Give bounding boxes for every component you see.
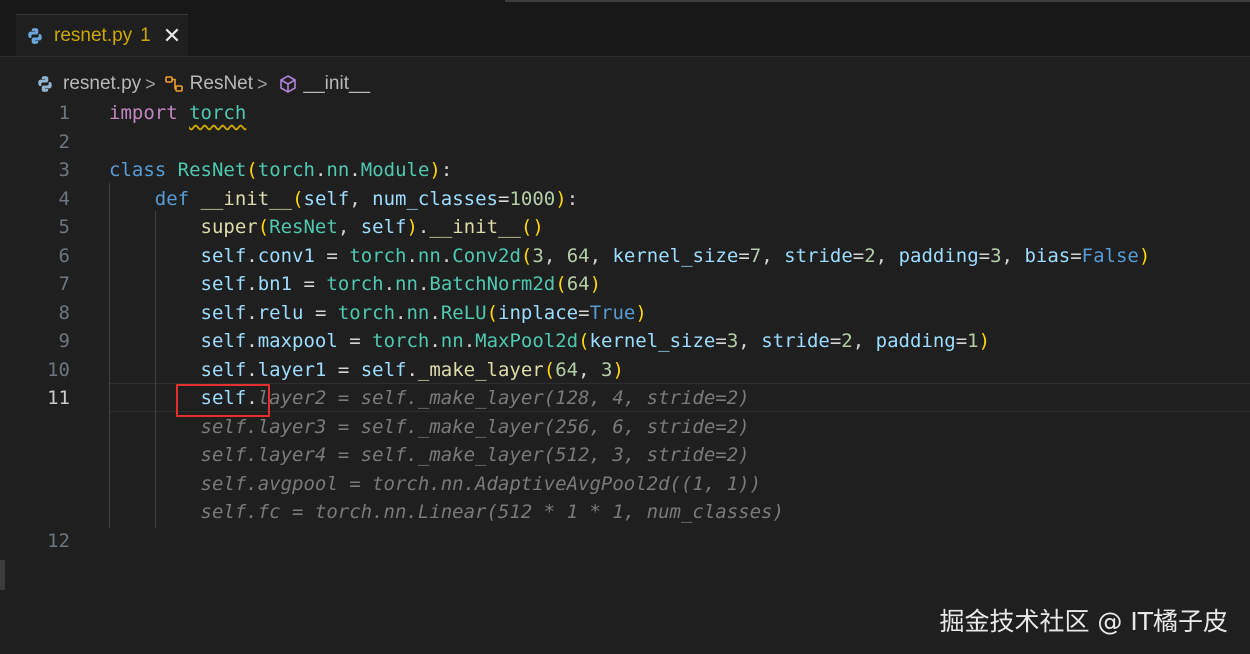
breadcrumb-method[interactable]: __init__ <box>304 73 371 95</box>
line-number: 7 <box>58 273 70 295</box>
code-line: 4 def __init__(self, num_classes=1000): <box>0 185 1250 213</box>
ghost-line: self.fc = torch.nn.Linear(512 * 1 * 1, n… <box>0 498 1250 526</box>
code-line: 9 self.maxpool = torch.nn.MaxPool2d(kern… <box>0 327 1250 355</box>
ghost-line: self.avgpool = torch.nn.AdaptiveAvgPool2… <box>0 470 1250 498</box>
code-line-text: def __init__(self, num_classes=1000): <box>154 187 579 210</box>
code-line-text: super(ResNet, self).__init__() <box>200 216 544 238</box>
code-line-text: self.layer1 = self._make_layer(64, 3) <box>200 358 624 381</box>
line-number: 2 <box>58 130 70 153</box>
code-line-text: self.avgpool = torch.nn.AdaptiveAvgPool2… <box>109 470 762 498</box>
code-line: 1 import torch <box>0 99 1250 127</box>
python-icon <box>38 76 52 92</box>
line-number: 9 <box>58 330 70 352</box>
line-number: 8 <box>58 301 70 324</box>
tab-resnet-py[interactable]: resnet.py 1 ✕ <box>16 14 188 56</box>
line-number: 4 <box>58 187 70 210</box>
code-line: 8 self.relu = torch.nn.ReLU(inplace=True… <box>0 299 1250 327</box>
line-number: 10 <box>47 358 70 381</box>
code-line: 6 self.conv1 = torch.nn.Conv2d(3, 64, ke… <box>0 242 1250 270</box>
scroll-marker <box>0 560 5 590</box>
code-line-text: self.layer4 = self._make_layer(512, 3, s… <box>109 441 750 469</box>
line-number: 3 <box>58 159 70 181</box>
code-line: 7 self.bn1 = torch.nn.BatchNorm2d(64) <box>0 270 1250 298</box>
code-line: 3 class ResNet(torch.nn.Module): <box>0 156 1250 184</box>
tab-filename: resnet.py <box>54 24 133 46</box>
code-line: 12 <box>0 527 1250 555</box>
tab-problem-count: 1 <box>140 24 151 46</box>
highlight-box <box>176 384 270 417</box>
breadcrumb-separator: > <box>145 73 156 94</box>
ghost-line: self.layer4 = self._make_layer(512, 3, s… <box>0 441 1250 469</box>
line-number: 1 <box>58 102 70 124</box>
breadcrumb: resnet.py > ResNet > __init__ <box>36 71 370 97</box>
inline-suggestion[interactable]: self.layer4 = self._make_layer(512, 3, s… <box>201 444 750 466</box>
close-icon[interactable]: ✕ <box>163 24 181 47</box>
code-line-text: self.bn1 = torch.nn.BatchNorm2d(64) <box>200 273 602 295</box>
code-line-text: class ResNet(torch.nn.Module): <box>109 159 453 181</box>
code-line: 2 <box>0 128 1250 156</box>
code-line-text: self.fc = torch.nn.Linear(512 * 1 * 1, n… <box>109 498 784 526</box>
code-line-text: self.maxpool = torch.nn.MaxPool2d(kernel… <box>200 330 991 352</box>
code-line-text: self.relu = torch.nn.ReLU(inplace=True) <box>200 301 647 324</box>
method-icon <box>279 75 296 93</box>
tab-bar: resnet.py 1 ✕ <box>0 0 1250 57</box>
line-number-active: 11 <box>47 387 70 409</box>
inline-suggestion[interactable]: self.avgpool = torch.nn.AdaptiveAvgPool2… <box>201 473 762 495</box>
class-icon <box>164 76 183 92</box>
breadcrumb-class[interactable]: ResNet <box>190 73 253 95</box>
python-icon <box>28 27 42 44</box>
line-number: 6 <box>58 244 70 267</box>
inline-suggestion[interactable]: self.fc = torch.nn.Linear(512 * 1 * 1, n… <box>201 501 784 523</box>
code-line-text: self.conv1 = torch.nn.Conv2d(3, 64, kern… <box>200 244 1151 267</box>
code-line: 10 self.layer1 = self._make_layer(64, 3) <box>0 356 1250 384</box>
code-editor[interactable]: 1 import torch 2 3 class ResNet(torch.nn… <box>0 99 1250 654</box>
line-number: 5 <box>58 216 70 238</box>
inline-suggestion[interactable]: self.layer3 = self._make_layer(256, 6, s… <box>201 416 750 438</box>
line-number: 12 <box>47 529 70 552</box>
tab-bar-border <box>505 0 1250 2</box>
inline-suggestion[interactable]: layer2 = self._make_layer(128, 4, stride… <box>258 387 750 409</box>
breadcrumb-file[interactable]: resnet.py <box>63 73 141 95</box>
breadcrumb-separator: > <box>257 73 268 94</box>
code-line-text: import torch <box>109 102 247 124</box>
code-line: 5 super(ResNet, self).__init__() <box>0 213 1250 241</box>
watermark: 掘金技术社区 @ IT橘子皮 <box>939 607 1228 636</box>
